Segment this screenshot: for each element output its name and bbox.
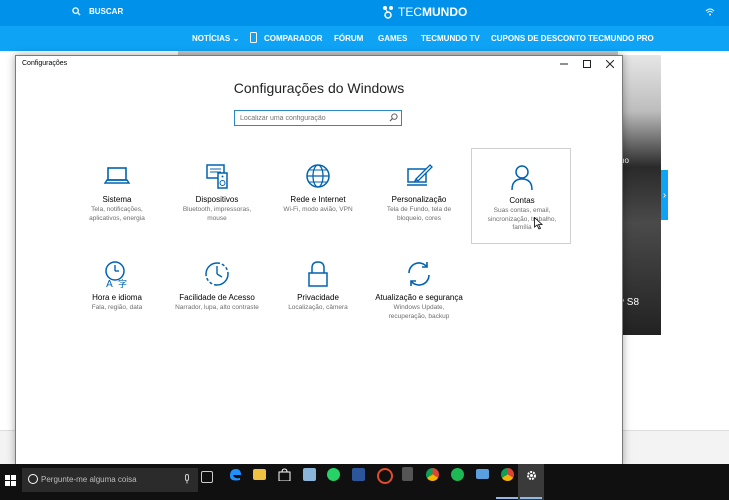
person-icon (511, 165, 533, 191)
svg-text:A: A (106, 279, 113, 288)
tile-description: Narrador, lupa, alto contraste (175, 304, 259, 311)
cortana-placeholder: Pergunte-me alguma coisa (41, 475, 137, 484)
cortana-search[interactable]: Pergunte-me alguma coisa (22, 468, 198, 492)
tile-description: Localização, câmera (288, 304, 348, 311)
mouse-cursor-icon (534, 217, 543, 230)
tile-description: Bluetooth, impressoras, mouse (182, 206, 252, 222)
tile-label: Personalização (391, 195, 447, 204)
nav-forum[interactable]: FÓRUM (334, 34, 363, 43)
tile-label: Sistema (102, 195, 132, 204)
calculator-icon[interactable] (402, 467, 413, 481)
file-explorer-icon[interactable] (253, 469, 266, 480)
lock-icon (308, 261, 328, 287)
tile-atualizacao-seguranca[interactable]: Atualização e segurança Windows Update, … (369, 246, 469, 342)
tile-description: Tela de Fundo, tela de bloqueio, cores (386, 206, 452, 222)
tile-privacidade[interactable]: Privacidade Localização, câmera (268, 246, 368, 342)
tile-description: Tela, notificações, aplicativos, energia (89, 206, 145, 222)
tile-label: Hora e idioma (92, 293, 142, 302)
devices-icon (206, 164, 228, 189)
search-input[interactable] (235, 111, 386, 125)
wifi-icon[interactable] (705, 8, 715, 18)
tile-label: Privacidade (297, 293, 339, 302)
laptop-icon (103, 167, 131, 184)
logo-prefix: TEC (398, 5, 422, 19)
maximize-icon[interactable] (575, 57, 599, 71)
settings-window: Configurações Configurações do Windows S… (15, 55, 623, 466)
settings-search[interactable] (234, 110, 402, 126)
edge-icon[interactable] (228, 468, 246, 486)
svg-text:字: 字 (118, 278, 127, 288)
logo-suffix: MUNDO (422, 5, 468, 19)
tile-label: Atualização e segurança (375, 293, 463, 302)
tile-label: Dispositivos (195, 195, 239, 204)
close-icon[interactable] (598, 57, 622, 71)
title-bar[interactable]: Configurações (16, 56, 622, 72)
tile-sistema[interactable]: Sistema Tela, notificações, aplicativos,… (67, 148, 167, 244)
chrome-icon[interactable] (426, 468, 439, 481)
chrome-active-indicator (496, 497, 518, 499)
window-title: Configurações (22, 60, 68, 67)
search-icon[interactable] (389, 113, 398, 122)
app-icon[interactable] (377, 468, 393, 484)
tile-description: Windows Update, recuperação, backup (388, 304, 450, 320)
word-icon[interactable] (352, 468, 365, 481)
settings-active-indicator (520, 497, 542, 499)
nav-cupons[interactable]: CUPONS DE DESCONTO (491, 34, 586, 43)
tile-description: Fala, região, data (91, 304, 143, 311)
tile-label: Facilidade de Acesso (179, 293, 255, 302)
site-search[interactable]: BUSCAR (72, 7, 123, 16)
whatsapp-icon[interactable] (327, 468, 340, 481)
tile-facilidade-acesso[interactable]: Facilidade de Acesso Narrador, lupa, alt… (167, 246, 267, 342)
search-icon (72, 7, 81, 16)
clock-language-icon: A字 (105, 261, 127, 288)
globe-icon (306, 164, 330, 188)
tile-label: Rede e Internet (290, 195, 346, 204)
tile-description: Suas contas, email, sincronização, traba… (487, 207, 557, 231)
tile-description: Wi-Fi, modo avião, VPN (283, 206, 353, 213)
minimize-icon[interactable] (552, 57, 576, 71)
site-logo[interactable]: TECMUNDO (382, 5, 467, 19)
phone-icon (250, 32, 257, 45)
paint-icon (407, 164, 433, 186)
nav-tecmundo-pro[interactable]: TECMUNDO PRO (588, 34, 654, 43)
tile-contas[interactable]: Contas Suas contas, email, sincronização… (471, 148, 571, 244)
tile-dispositivos[interactable]: Dispositivos Bluetooth, impressoras, mou… (167, 148, 267, 244)
app-icon[interactable] (303, 468, 316, 481)
carousel-next-icon[interactable]: › (661, 170, 668, 220)
tile-rede-internet[interactable]: Rede e Internet Wi-Fi, modo avião, VPN (268, 148, 368, 244)
tecmundo-logo-icon (383, 6, 393, 19)
site-search-label: BUSCAR (89, 7, 124, 16)
task-view-icon[interactable] (201, 471, 213, 483)
spotify-icon[interactable] (451, 468, 464, 481)
settings-icon[interactable] (525, 469, 538, 482)
nav-comparador[interactable]: COMPARADOR (264, 34, 323, 43)
nav-games[interactable]: GAMES (378, 34, 407, 43)
tile-personalizacao[interactable]: Personalização Tela de Fundo, tela de bl… (369, 148, 469, 244)
windows-start-icon[interactable] (5, 475, 16, 486)
tile-hora-idioma[interactable]: A字 Hora e idioma Fala, região, data (67, 246, 167, 342)
nav-tecmundo-tv[interactable]: TECMUNDO TV (421, 34, 480, 43)
cortana-icon (28, 474, 38, 484)
mail-icon[interactable] (476, 469, 489, 479)
ease-access-icon (205, 262, 229, 286)
page-title: Configurações do Windows (233, 80, 405, 96)
site-article-image[interactable] (622, 55, 661, 335)
tile-label: Contas (509, 196, 535, 205)
store-icon[interactable] (278, 468, 296, 486)
nav-noticias[interactable]: NOTÍCIAS ⌄ (192, 34, 239, 43)
chrome-icon[interactable] (501, 468, 514, 481)
microphone-icon[interactable] (184, 474, 190, 484)
update-icon (408, 262, 430, 286)
